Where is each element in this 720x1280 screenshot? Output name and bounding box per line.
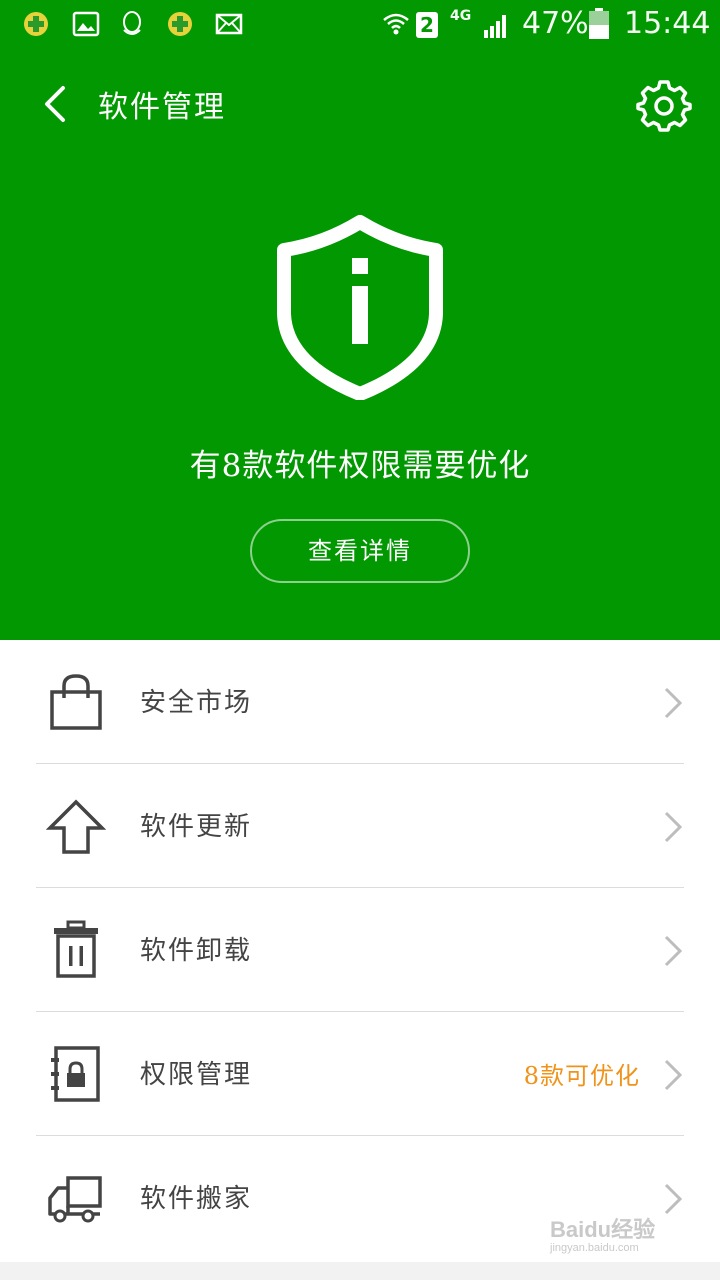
mail-icon [215, 13, 243, 35]
360-icon [24, 12, 48, 36]
sim-badge: 2 [416, 12, 438, 38]
status-bar: 2 4G 47% 15:44 [0, 0, 720, 50]
menu-item-software-update[interactable]: 软件更新 [0, 764, 720, 888]
menu-item-permission-management[interactable]: 权限管理 8款可优化 [0, 1012, 720, 1136]
permission-summary: 有8款软件权限需要优化 [189, 448, 531, 484]
baidu-watermark: Baidu经验 jingyan.baidu.com [550, 1212, 655, 1254]
trash-icon [54, 920, 98, 978]
back-arrow-icon[interactable] [30, 78, 82, 130]
menu-item-uninstall[interactable]: 软件卸载 [0, 888, 720, 1012]
menu-item-label: 软件卸载 [140, 936, 253, 966]
wifi-icon [383, 13, 409, 35]
chevron-right-icon [664, 811, 683, 843]
menu-item-label: 软件更新 [140, 812, 253, 842]
shield-info-icon [277, 215, 443, 400]
watermark-text: Baidu经验 [550, 1217, 656, 1242]
truck-icon [48, 1176, 102, 1223]
upload-arrow-icon [46, 799, 106, 854]
watermark-sub: jingyan.baidu.com [550, 1242, 639, 1254]
chevron-right-icon [664, 687, 683, 719]
menu-item-label: 软件搬家 [140, 1184, 253, 1214]
bottom-edge [0, 1262, 720, 1280]
gallery-icon [72, 11, 100, 37]
optimizable-count-badge: 8款可优化 [523, 1062, 640, 1090]
chevron-right-icon [664, 935, 683, 967]
menu-item-label: 权限管理 [140, 1060, 253, 1090]
gear-icon[interactable] [636, 78, 692, 134]
battery-percent: 47% [522, 6, 589, 41]
shopping-bag-icon [50, 674, 102, 730]
signal-icon [484, 15, 506, 38]
lock-book-icon [51, 1046, 100, 1102]
menu-item-label: 安全市场 [140, 688, 253, 718]
hero-panel: 2 4G 47% 15:44 软件管理 有8款软件权限需要优化 查看详情 [0, 0, 720, 640]
battery-icon [589, 8, 609, 39]
clock: 15:44 [624, 6, 711, 41]
menu-item-secure-market[interactable]: 安全市场 [0, 640, 720, 764]
qq-icon [123, 11, 141, 35]
page-title: 软件管理 [98, 90, 226, 125]
view-details-button[interactable]: 查看详情 [250, 519, 470, 583]
chevron-right-icon [664, 1183, 683, 1215]
360-icon [168, 12, 192, 36]
network-type: 4G [450, 8, 472, 24]
chevron-right-icon [664, 1059, 683, 1091]
